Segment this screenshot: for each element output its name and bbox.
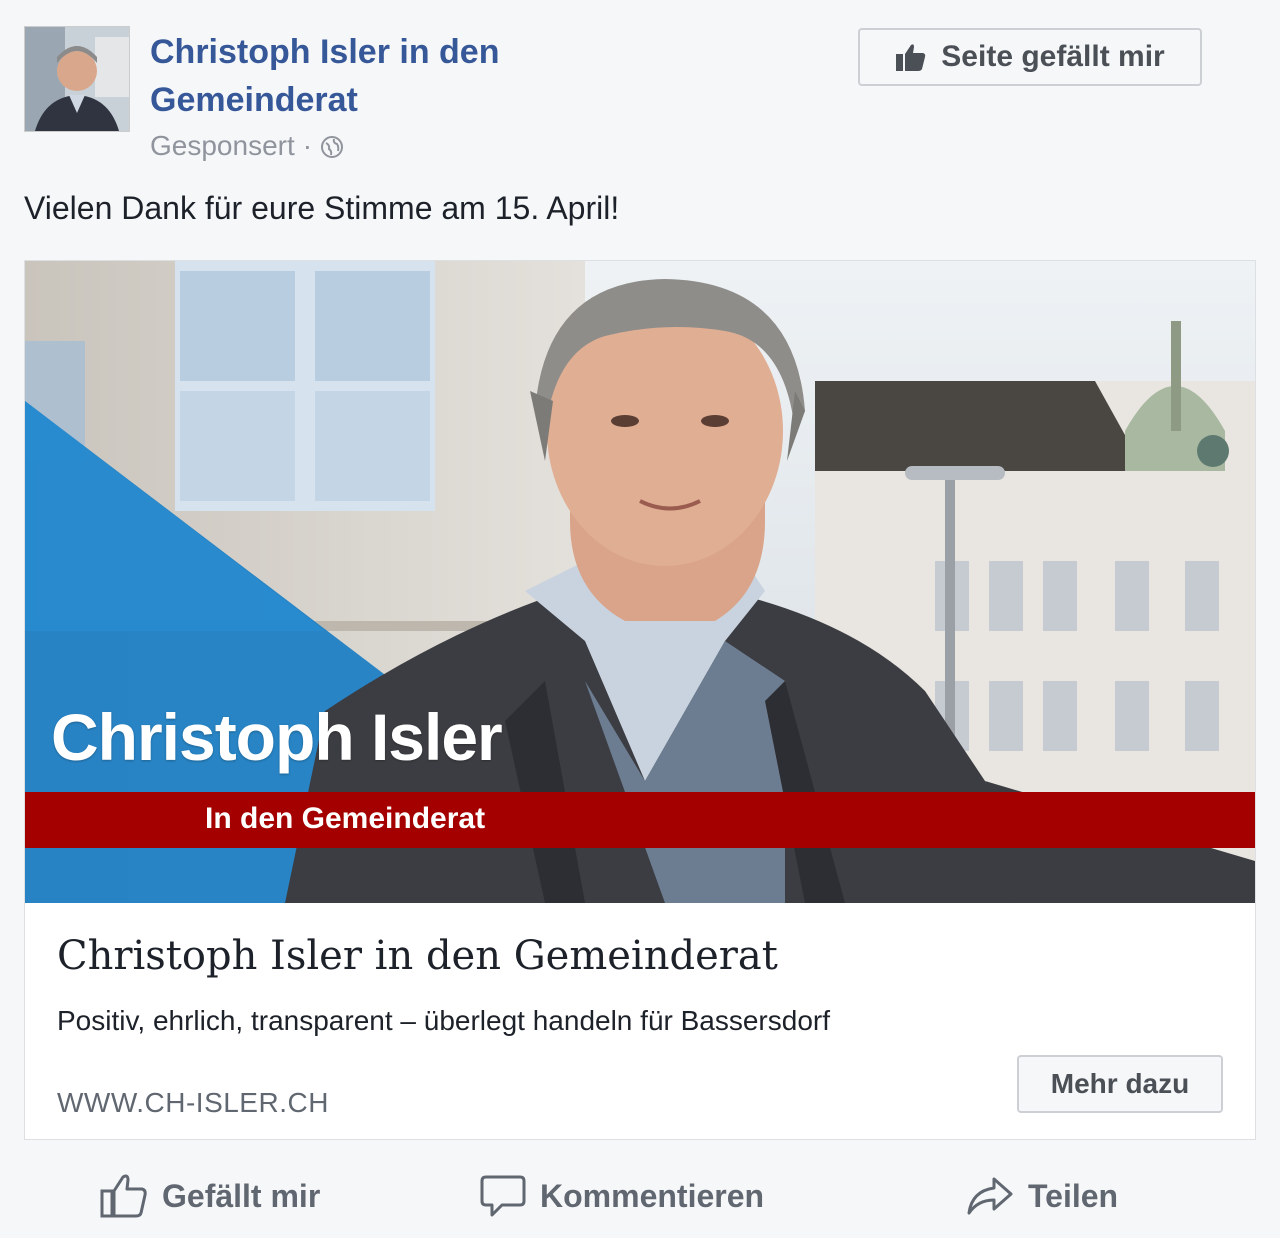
like-action-label: Gefällt mir <box>162 1177 321 1214</box>
card-title[interactable]: Christoph Isler in den Gemeinderat <box>57 933 778 979</box>
thumbs-up-icon <box>896 44 926 71</box>
ad-overlay-name: Christoph Isler <box>51 700 503 774</box>
card-description: Positiv, ehrlich, transparent – überlegt… <box>57 1005 831 1036</box>
like-page-label: Seite gefällt mir <box>941 40 1165 73</box>
globe-icon[interactable] <box>320 134 344 158</box>
comment-action[interactable]: Kommentieren <box>480 1164 764 1228</box>
share-action-label: Teilen <box>1028 1177 1119 1214</box>
comment-action-label: Kommentieren <box>540 1177 765 1214</box>
avatar-photo <box>25 27 129 131</box>
link-card[interactable]: Christoph Isler In den Gemeinderat Chris… <box>24 260 1256 1140</box>
sponsored-text: Gesponsert <box>150 130 295 161</box>
ad-overlay-subtitle: In den Gemeinderat <box>205 802 486 835</box>
share-action[interactable]: Teilen <box>966 1164 1118 1228</box>
share-icon <box>967 1177 1013 1215</box>
more-info-button[interactable]: Mehr dazu <box>1017 1055 1223 1113</box>
sponsored-label: Gesponsert · <box>150 130 344 162</box>
ad-image[interactable]: Christoph Isler In den Gemeinderat <box>25 261 1255 903</box>
card-domain: WWW.CH-ISLER.CH <box>57 1087 329 1118</box>
action-bar: Gefällt mir Kommentieren Teilen <box>0 1164 1280 1228</box>
post-text: Vielen Dank für eure Stimme am 15. April… <box>24 190 620 226</box>
thumbs-up-outline-icon <box>100 1174 147 1218</box>
page-name-link[interactable]: Christoph Isler in den Gemeinderat <box>150 28 620 124</box>
like-action[interactable]: Gefällt mir <box>100 1164 320 1228</box>
like-page-button[interactable]: Seite gefällt mir <box>858 28 1202 86</box>
comment-icon <box>480 1175 526 1217</box>
page-avatar[interactable] <box>24 26 130 132</box>
ad-red-band: In den Gemeinderat <box>25 792 1255 848</box>
dot-separator: · <box>302 130 313 161</box>
